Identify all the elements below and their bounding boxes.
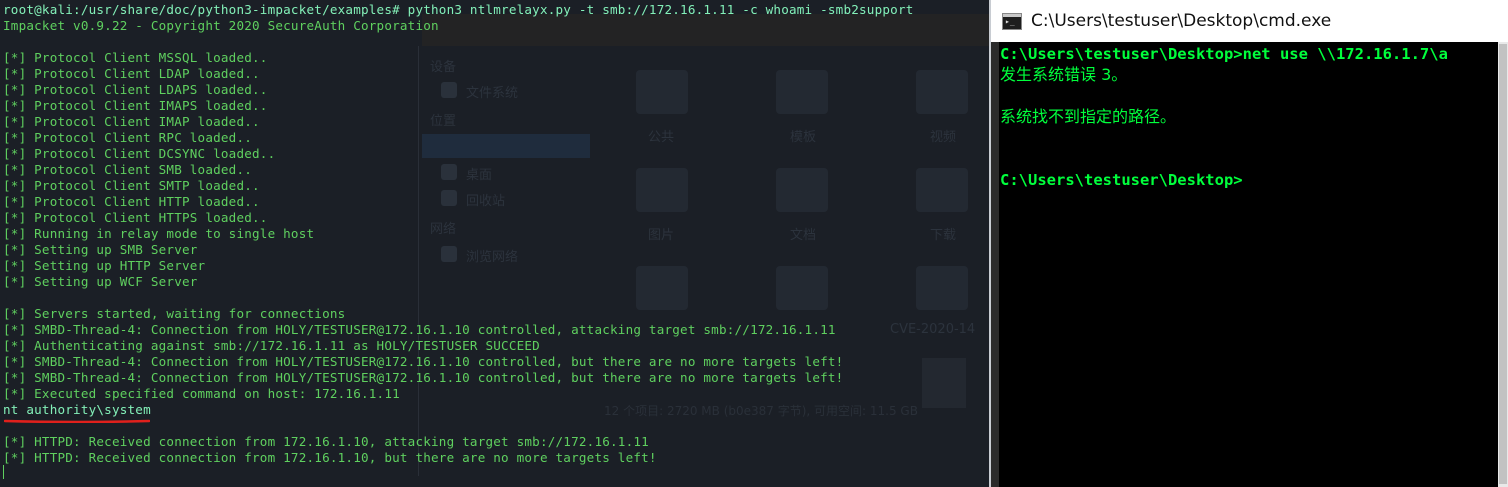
terminal-line: [*] Setting up SMB Server — [3, 242, 198, 257]
cmd-line: C:\Users\testuser\Desktop>net use \\172.… — [1000, 45, 1448, 63]
cmd-window-border — [991, 42, 999, 487]
cmd-scrollbar-thumb[interactable] — [1499, 44, 1507, 484]
terminal-line: [*] Protocol Client HTTPS loaded.. — [3, 210, 268, 225]
cmd-line: C:\Users\testuser\Desktop> — [1000, 171, 1243, 189]
terminal-line: [*] Protocol Client SMTP loaded.. — [3, 178, 260, 193]
cmd-line: 系统找不到指定的路径。 — [1000, 107, 1177, 126]
terminal-line: Impacket v0.9.22 - Copyright 2020 Secure… — [3, 18, 439, 33]
terminal-line: [*] SMBD-Thread-4: Connection from HOLY/… — [3, 370, 844, 385]
cmd-line — [1000, 149, 1498, 170]
terminal-line: [*] Protocol Client LDAPS loaded.. — [3, 82, 268, 97]
terminal-output[interactable]: root@kali:/usr/share/doc/python3-impacke… — [3, 2, 989, 466]
terminal-line: root@kali:/usr/share/doc/python3-impacke… — [3, 2, 914, 17]
cmd-window-title: C:\Users\testuser\Desktop\cmd.exe — [1031, 11, 1332, 31]
cmd-titlebar[interactable]: C:\Users\testuser\Desktop\cmd.exe — [991, 0, 1508, 42]
terminal-line: [*] Authenticating against smb://172.16.… — [3, 338, 540, 353]
terminal-line: [*] Protocol Client LDAP loaded.. — [3, 66, 260, 81]
cmd-window[interactable]: C:\Users\testuser\Desktop\cmd.exe C:\Use… — [991, 0, 1508, 487]
terminal-line: [*] Setting up WCF Server — [3, 274, 198, 289]
terminal-line: [*] Protocol Client DCSYNC loaded.. — [3, 146, 276, 161]
terminal-line: [*] SMBD-Thread-4: Connection from HOLY/… — [3, 322, 836, 337]
terminal-line: [*] SMBD-Thread-4: Connection from HOLY/… — [3, 354, 844, 369]
cmd-line — [1000, 128, 1498, 149]
cmd-line: 发生系统错误 3。 — [1000, 65, 1128, 84]
terminal-line: nt authority\system — [3, 402, 151, 417]
console-icon — [1002, 12, 1022, 30]
terminal-line: [*] Protocol Client SMB loaded.. — [3, 162, 253, 177]
cmd-line — [1000, 86, 1498, 107]
terminal-line: [*] Executed specified command on host: … — [3, 386, 400, 401]
cmd-console-output[interactable]: C:\Users\testuser\Desktop>net use \\172.… — [1000, 44, 1498, 487]
terminal-line: [*] Protocol Client IMAP loaded.. — [3, 114, 260, 129]
terminal-line: [*] Protocol Client MSSQL loaded.. — [3, 50, 268, 65]
terminal-line: [*] Servers started, waiting for connect… — [3, 306, 346, 321]
terminal-line: [*] HTTPD: Received connection from 172.… — [3, 450, 657, 465]
terminal-line: [*] Protocol Client HTTP loaded.. — [3, 194, 260, 209]
terminal-line: [*] HTTPD: Received connection from 172.… — [3, 434, 649, 449]
terminal-line: [*] Protocol Client IMAPS loaded.. — [3, 98, 268, 113]
cmd-scrollbar[interactable] — [1498, 42, 1508, 487]
terminal-line: [*] Setting up HTTP Server — [3, 258, 206, 273]
terminal-line: [*] Protocol Client RPC loaded.. — [3, 130, 253, 145]
terminal-cursor — [3, 465, 4, 479]
kali-terminal-window[interactable]: 设备 文件系统 位置 桌面 回收站 网络 浏览网络 公共 模板 视频 图片 文档… — [0, 0, 989, 487]
terminal-line: [*] Running in relay mode to single host — [3, 226, 315, 241]
red-underline-annotation — [4, 419, 150, 423]
